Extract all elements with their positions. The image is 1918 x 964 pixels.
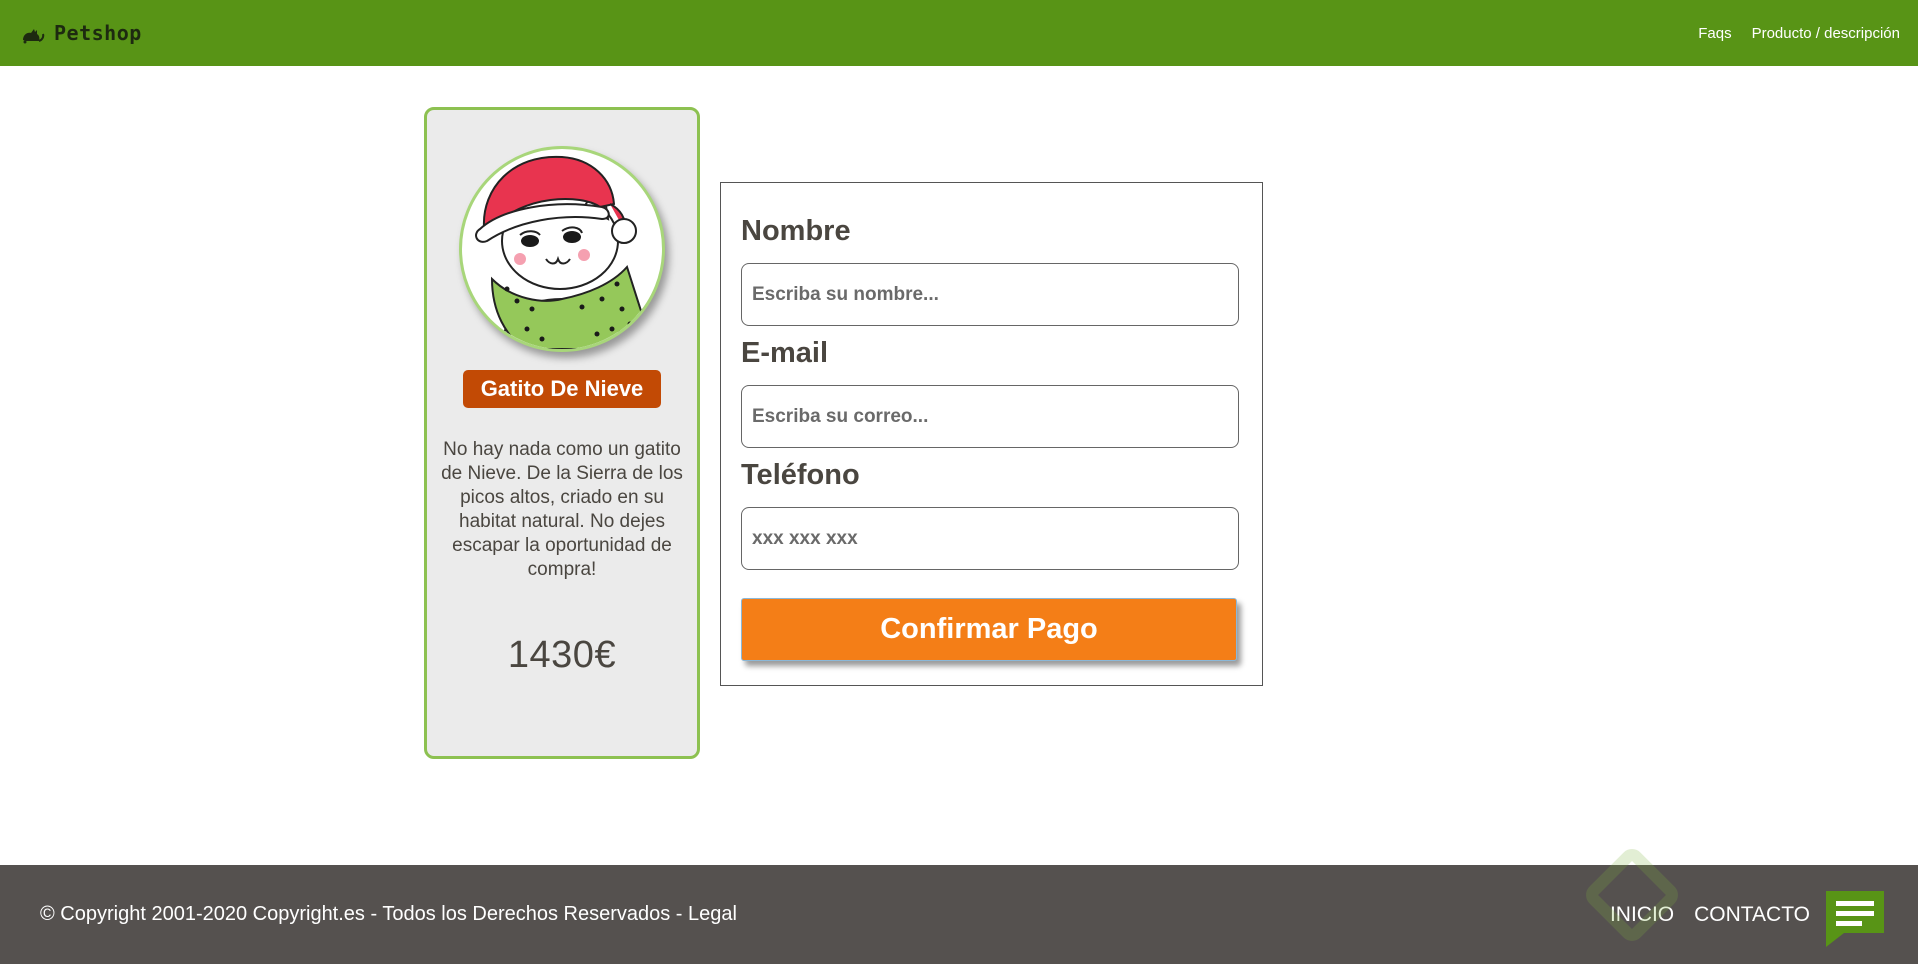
phone-input[interactable]	[741, 507, 1239, 570]
name-label: Nombre	[741, 215, 851, 247]
watermark-icon	[1586, 849, 1678, 941]
confirm-payment-button[interactable]: Confirmar Pago	[741, 598, 1237, 661]
brand[interactable]: Petshop	[20, 20, 142, 46]
email-label: E-mail	[741, 337, 829, 369]
nav-link-producto[interactable]: Producto / descripción	[1752, 25, 1900, 42]
chat-icon[interactable]	[1824, 889, 1886, 949]
product-name-badge: Gatito De Nieve	[462, 370, 662, 408]
snow-cat-illustration	[475, 155, 644, 349]
footer-link-contacto[interactable]: CONTACTO	[1694, 903, 1810, 927]
product-description: No hay nada como un gatito de Nieve. De …	[441, 439, 683, 580]
navbar: Petshop Faqs Producto / descripción	[0, 0, 1918, 66]
cat-icon	[20, 20, 46, 46]
nav-link-faqs[interactable]: Faqs	[1698, 25, 1731, 42]
product-card: Gatito De Nieve No hay nada como un gati…	[424, 107, 700, 759]
copyright-text: © Copyright 2001-2020 Copyright.es - Tod…	[40, 903, 737, 925]
product-price: 1430€	[507, 634, 617, 676]
email-input[interactable]	[741, 385, 1239, 448]
brand-name: Petshop	[54, 21, 142, 45]
name-input[interactable]	[741, 263, 1239, 326]
product-image	[459, 146, 665, 352]
nav-links: Faqs Producto / descripción	[1698, 25, 1900, 42]
payment-form: Nombre E-mail Teléfono Confirmar Pago	[720, 182, 1263, 686]
phone-label: Teléfono	[741, 459, 860, 491]
